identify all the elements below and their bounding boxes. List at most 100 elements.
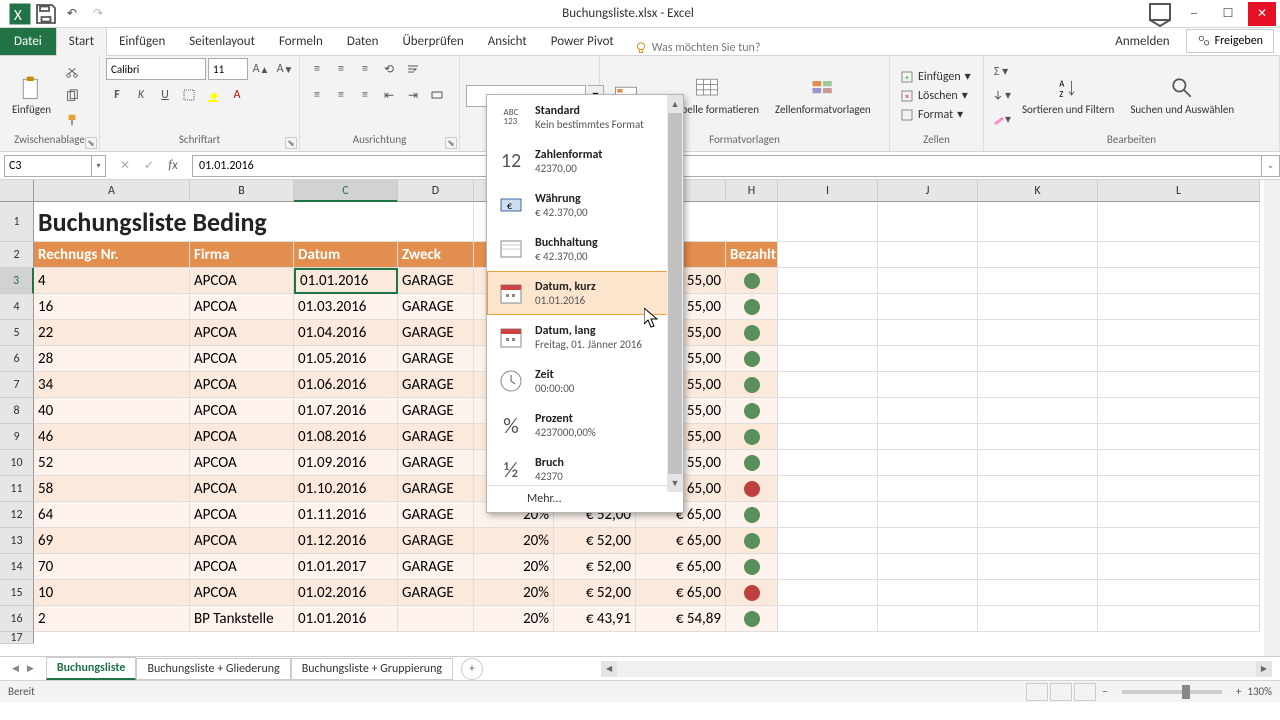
table-cell[interactable] bbox=[726, 554, 778, 580]
table-cell[interactable] bbox=[726, 346, 778, 372]
table-cell[interactable]: APCOA bbox=[190, 320, 294, 346]
cancel-formula-button[interactable]: ✕ bbox=[114, 155, 136, 177]
table-cell[interactable]: APCOA bbox=[190, 450, 294, 476]
cell[interactable] bbox=[1098, 528, 1260, 554]
table-cell[interactable]: APCOA bbox=[190, 580, 294, 606]
table-cell[interactable]: 01.09.2016 bbox=[294, 450, 398, 476]
numfmt-option-7[interactable]: %Prozent4237000,00% bbox=[487, 403, 683, 447]
sort-filter-button[interactable]: AZ Sortieren und Filtern bbox=[1016, 72, 1120, 118]
cell[interactable] bbox=[978, 424, 1098, 450]
table-cell[interactable] bbox=[726, 320, 778, 346]
table-cell[interactable] bbox=[726, 528, 778, 554]
table-cell[interactable]: 4 bbox=[34, 268, 190, 294]
table-cell[interactable]: GARAGE bbox=[398, 268, 474, 294]
table-cell[interactable]: GARAGE bbox=[398, 320, 474, 346]
tab-pagelayout[interactable]: Seitenlayout bbox=[177, 28, 267, 55]
cell[interactable] bbox=[778, 606, 878, 632]
table-cell[interactable]: GARAGE bbox=[398, 476, 474, 502]
font-name-input[interactable] bbox=[106, 58, 206, 80]
close-button[interactable]: ✕ bbox=[1248, 2, 1276, 26]
cell[interactable] bbox=[878, 346, 978, 372]
cell[interactable] bbox=[778, 346, 878, 372]
row-header-2[interactable]: 2 bbox=[0, 242, 34, 268]
alignment-dialog-launcher[interactable]: ⬊ bbox=[445, 137, 457, 149]
cell[interactable] bbox=[1098, 294, 1260, 320]
sheet-tab-2[interactable]: Buchungsliste + Gruppierung bbox=[291, 658, 453, 680]
scroll-up-icon[interactable]: ▲ bbox=[667, 95, 683, 113]
table-cell[interactable]: 01.11.2016 bbox=[294, 502, 398, 528]
table-cell[interactable]: BP Tankstelle bbox=[190, 606, 294, 632]
insert-function-button[interactable]: fx bbox=[162, 155, 184, 177]
scroll-down-icon[interactable]: ▼ bbox=[667, 474, 683, 492]
numfmt-option-3[interactable]: Buchhaltung€ 42.370,00 bbox=[487, 227, 683, 271]
column-header-K[interactable]: K bbox=[978, 180, 1098, 202]
table-cell[interactable]: 01.01.2017 bbox=[294, 554, 398, 580]
numfmt-option-0[interactable]: ABC123StandardKein bestimmtes Format bbox=[487, 95, 683, 139]
table-cell[interactable] bbox=[726, 606, 778, 632]
table-cell[interactable] bbox=[726, 502, 778, 528]
insert-cells-button[interactable]: +Einfügen ▾ bbox=[896, 68, 975, 85]
minimize-button[interactable]: ─ bbox=[1180, 2, 1208, 26]
table-cell[interactable]: 22 bbox=[34, 320, 190, 346]
table-cell[interactable]: GARAGE bbox=[398, 450, 474, 476]
table-cell[interactable]: GARAGE bbox=[398, 294, 474, 320]
numfmt-option-2[interactable]: €Währung€ 42.370,00 bbox=[487, 183, 683, 227]
cell[interactable] bbox=[878, 528, 978, 554]
autosum-button[interactable]: Σ ▾ bbox=[990, 61, 1012, 83]
next-sheet-icon[interactable]: ▶ bbox=[27, 663, 34, 674]
cell[interactable] bbox=[878, 202, 978, 242]
numfmt-option-1[interactable]: 12Zahlenformat42370,00 bbox=[487, 139, 683, 183]
italic-button[interactable]: K bbox=[130, 84, 152, 106]
vertical-scrollbar[interactable] bbox=[1264, 180, 1280, 656]
table-cell[interactable]: 01.03.2016 bbox=[294, 294, 398, 320]
cell[interactable] bbox=[1098, 268, 1260, 294]
cell[interactable] bbox=[878, 580, 978, 606]
cell[interactable] bbox=[778, 398, 878, 424]
table-cell[interactable]: GARAGE bbox=[398, 372, 474, 398]
cell[interactable] bbox=[1098, 502, 1260, 528]
tab-data[interactable]: Daten bbox=[335, 28, 391, 55]
table-cell[interactable]: € 65,00 bbox=[636, 554, 726, 580]
table-cell[interactable]: 58 bbox=[34, 476, 190, 502]
save-icon[interactable] bbox=[34, 2, 58, 26]
wrap-text-button[interactable] bbox=[402, 58, 424, 80]
sheet-tab-1[interactable]: Buchungsliste + Gliederung bbox=[136, 658, 290, 680]
file-tab[interactable]: Datei bbox=[0, 28, 56, 55]
row-header-5[interactable]: 5 bbox=[0, 320, 34, 346]
cell[interactable] bbox=[778, 202, 878, 242]
table-cell[interactable]: 20% bbox=[474, 554, 554, 580]
align-left-button[interactable]: ≡ bbox=[306, 84, 328, 106]
normal-view-button[interactable] bbox=[1026, 683, 1048, 701]
merge-button[interactable] bbox=[426, 84, 448, 106]
table-cell[interactable] bbox=[726, 580, 778, 606]
table-cell[interactable]: 01.08.2016 bbox=[294, 424, 398, 450]
add-sheet-button[interactable]: + bbox=[461, 658, 483, 680]
table-cell[interactable]: 16 bbox=[34, 294, 190, 320]
table-cell[interactable]: 01.04.2016 bbox=[294, 320, 398, 346]
cell[interactable] bbox=[878, 554, 978, 580]
cell[interactable] bbox=[878, 320, 978, 346]
table-cell[interactable]: € 54,89 bbox=[636, 606, 726, 632]
cell[interactable] bbox=[1098, 242, 1260, 268]
column-header-A[interactable]: A bbox=[34, 180, 190, 202]
redo-icon[interactable]: ↷ bbox=[86, 2, 110, 26]
cell[interactable] bbox=[978, 580, 1098, 606]
align-middle-button[interactable]: ≡ bbox=[330, 58, 352, 80]
pagebreak-view-button[interactable] bbox=[1074, 683, 1096, 701]
table-cell[interactable]: GARAGE bbox=[398, 346, 474, 372]
tab-powerpivot[interactable]: Power Pivot bbox=[539, 28, 626, 55]
numfmt-option-8[interactable]: ½Bruch42370 bbox=[487, 447, 683, 485]
cell[interactable] bbox=[778, 294, 878, 320]
tab-view[interactable]: Ansicht bbox=[476, 28, 539, 55]
column-header-L[interactable]: L bbox=[1098, 180, 1260, 202]
table-cell[interactable]: € 65,00 bbox=[636, 580, 726, 606]
undo-icon[interactable]: ↶ bbox=[60, 2, 84, 26]
table-cell[interactable]: 52 bbox=[34, 450, 190, 476]
cell[interactable] bbox=[978, 528, 1098, 554]
column-header-D[interactable]: D bbox=[398, 180, 474, 202]
cell[interactable] bbox=[1098, 398, 1260, 424]
cell[interactable] bbox=[778, 268, 878, 294]
table-cell[interactable] bbox=[398, 606, 474, 632]
cell[interactable] bbox=[878, 294, 978, 320]
decrease-indent-button[interactable]: ⇤ bbox=[378, 84, 400, 106]
